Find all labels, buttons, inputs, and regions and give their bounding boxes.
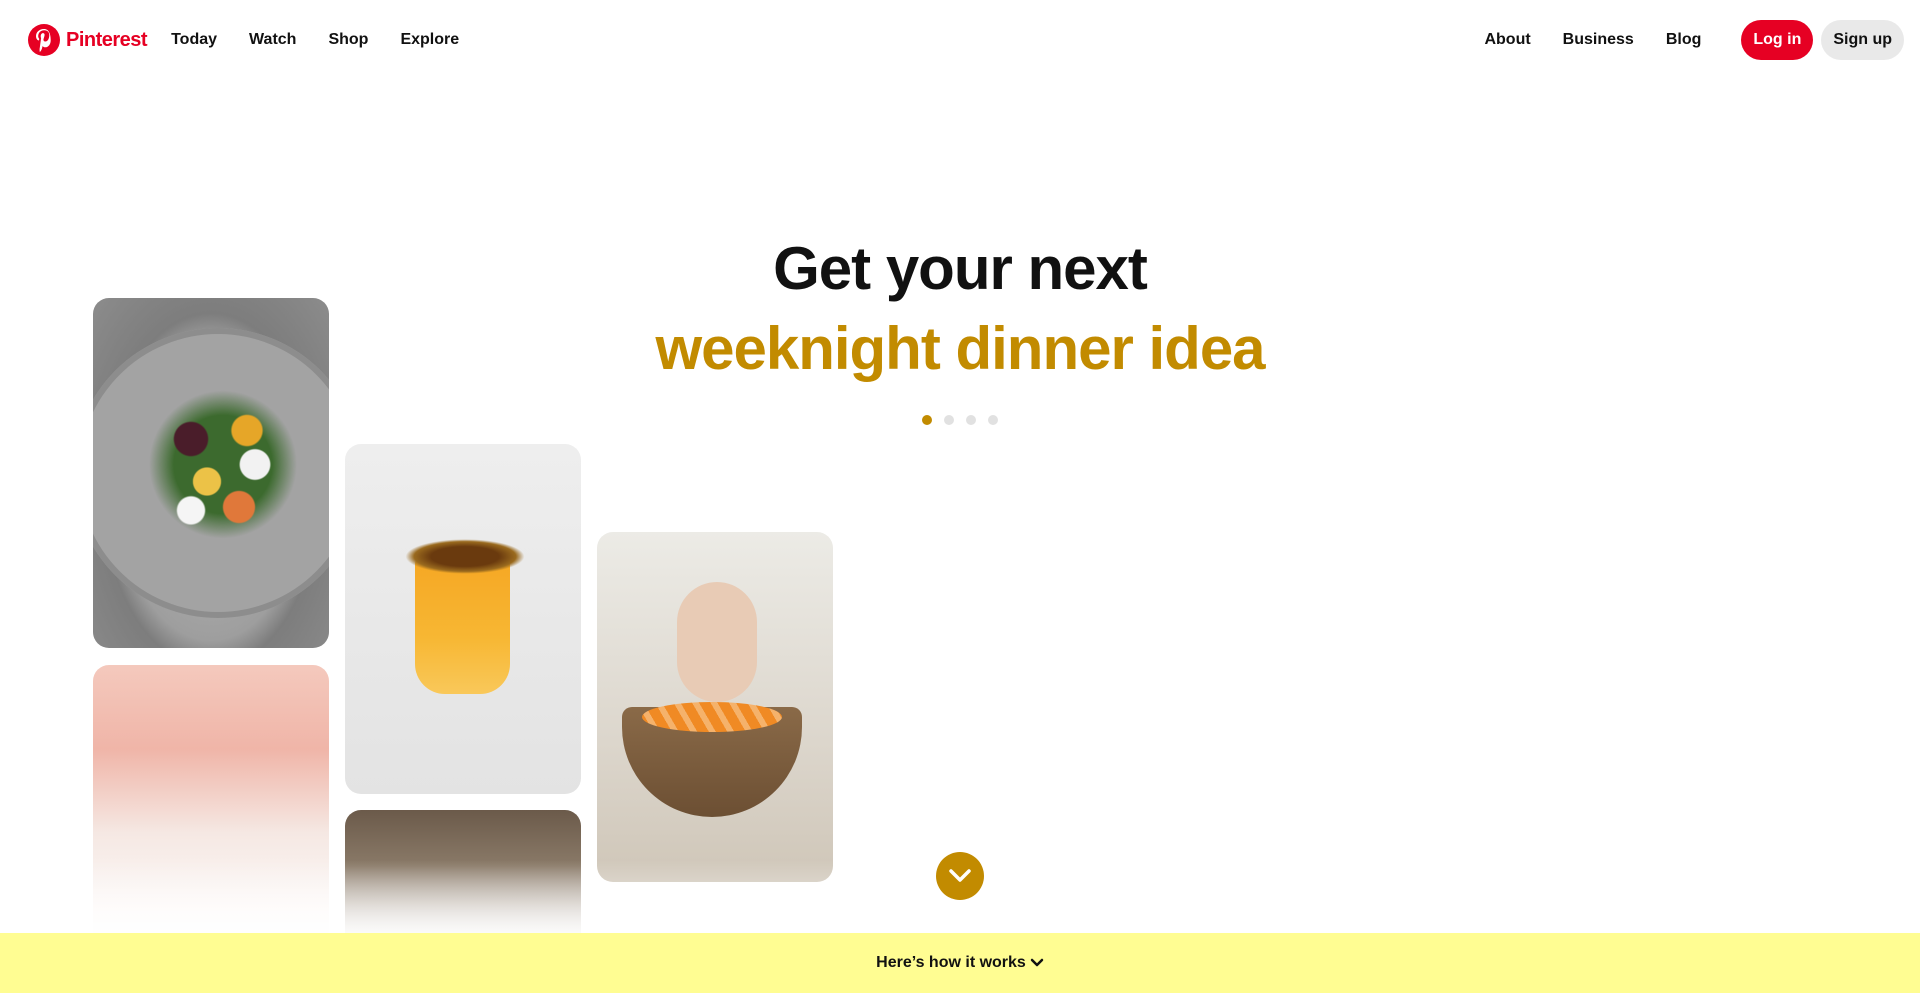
glass-shape: [415, 554, 510, 694]
nav-blog[interactable]: Blog: [1650, 31, 1718, 49]
pinterest-logo[interactable]: Pinterest: [28, 24, 148, 56]
garnish-shape: [405, 539, 525, 574]
chevron-down-icon: [1030, 958, 1044, 967]
how-it-works-label: Here’s how it works: [876, 954, 1026, 971]
nav-explore[interactable]: Explore: [384, 31, 475, 49]
how-it-works-bar[interactable]: Here’s how it works: [0, 933, 1920, 993]
brand-name: Pinterest: [66, 28, 148, 51]
carrots-shape: [642, 702, 782, 732]
chevron-down-icon: [949, 869, 971, 882]
login-button[interactable]: Log in: [1741, 20, 1814, 60]
signup-button[interactable]: Sign up: [1821, 20, 1904, 60]
carousel-dot-4[interactable]: [988, 415, 998, 425]
primary-nav: Today Watch Shop Explore: [155, 31, 475, 49]
nav-watch[interactable]: Watch: [233, 31, 312, 49]
nav-today[interactable]: Today: [155, 31, 233, 49]
nav-business[interactable]: Business: [1547, 31, 1650, 49]
nav-about[interactable]: About: [1468, 31, 1546, 49]
beet-salad-image[interactable]: [93, 298, 329, 648]
pinterest-logo-icon: [28, 24, 60, 56]
carousel-dot-2[interactable]: [944, 415, 954, 425]
salad-shape: [143, 388, 303, 558]
top-nav: Pinterest Today Watch Shop Explore About…: [0, 0, 1920, 80]
hands-shape: [677, 582, 757, 702]
carousel-dot-3[interactable]: [966, 415, 976, 425]
nav-shop[interactable]: Shop: [312, 31, 384, 49]
secondary-nav: About Business Blog Log in Sign up: [1468, 20, 1904, 60]
scroll-down-button[interactable]: [936, 852, 984, 900]
carousel-dot-1[interactable]: [922, 415, 932, 425]
carrot-bowl-image[interactable]: [597, 532, 833, 882]
citrus-drink-image[interactable]: [345, 444, 581, 794]
